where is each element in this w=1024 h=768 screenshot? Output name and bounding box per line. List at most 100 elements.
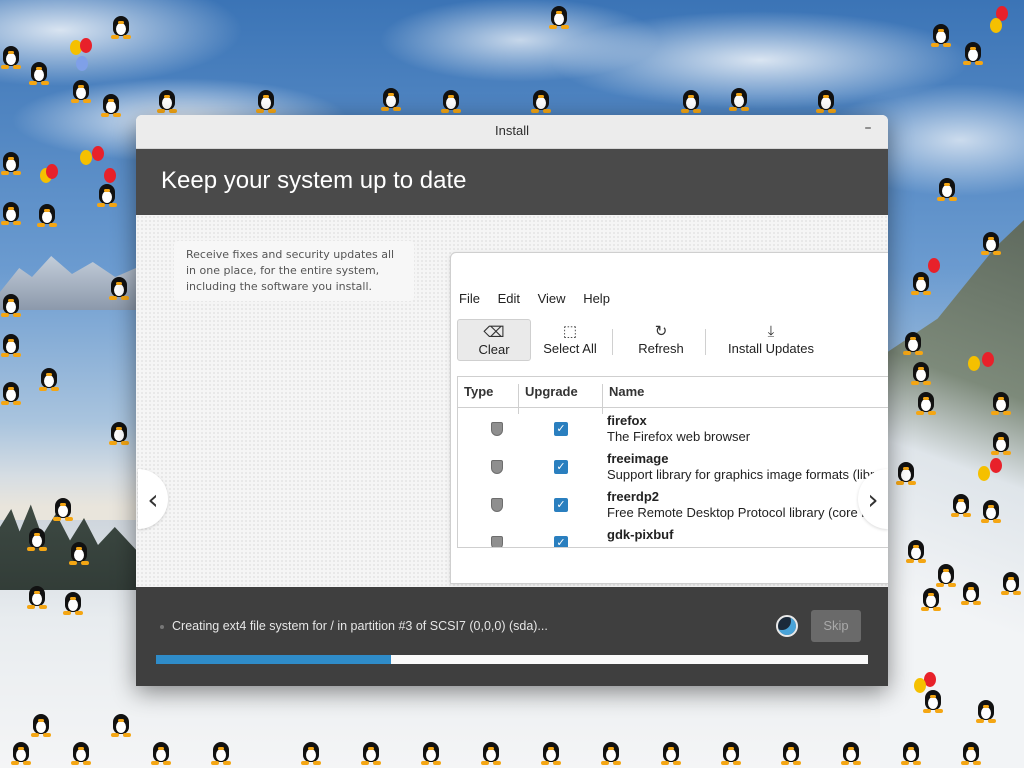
busy-spinner-icon [776, 615, 798, 637]
penguin-icon [960, 740, 982, 766]
column-upgrade: Upgrade [525, 384, 578, 399]
column-type: Type [464, 384, 494, 399]
balloon-icon [80, 38, 92, 53]
menu-edit: Edit [497, 291, 520, 306]
balloon-icon [968, 356, 980, 371]
balloon-icon [990, 18, 1002, 33]
penguin-icon [895, 460, 917, 486]
penguin-icon [935, 562, 957, 588]
upgrade-checkbox: ✓ [554, 536, 568, 547]
refresh-button: ↻ Refresh [623, 319, 699, 361]
window-title: Install [495, 123, 529, 138]
penguin-icon [975, 698, 997, 724]
menu-view: View [537, 291, 566, 306]
download-icon: ⤓ [767, 323, 775, 340]
table-row: ✓ freeimage Support library for graphics… [458, 447, 888, 485]
penguin-icon [0, 44, 22, 70]
penguin-icon [255, 88, 277, 114]
penguin-icon [530, 88, 552, 114]
balloon-icon [92, 146, 104, 161]
security-shield-icon [491, 422, 503, 436]
updates-table: Type Upgrade Name ✓ firefox The Firefox … [457, 376, 888, 548]
penguin-icon [108, 275, 130, 301]
penguin-icon [920, 586, 942, 612]
package-name: firefox [607, 413, 647, 428]
menu-file: File [459, 291, 480, 306]
refresh-icon: ↻ [654, 323, 668, 340]
security-shield-icon [491, 536, 503, 547]
penguin-icon [70, 78, 92, 104]
table-row: ✓ gdk-pixbuf [458, 523, 888, 547]
penguin-icon [780, 740, 802, 766]
penguin-icon [68, 540, 90, 566]
penguin-icon [36, 202, 58, 228]
balloon-icon [46, 164, 58, 179]
minimize-button[interactable]: – [860, 121, 876, 137]
install-status-text: Creating ext4 file system for / in parti… [172, 619, 548, 633]
package-name: freerdp2 [607, 489, 660, 504]
penguin-icon [100, 92, 122, 118]
slide-title: Keep your system up to date [161, 167, 467, 194]
penguin-icon [0, 200, 22, 226]
penguin-icon [840, 740, 862, 766]
balloon-icon [76, 56, 88, 71]
column-name: Name [609, 384, 645, 399]
penguin-icon [548, 4, 570, 30]
penguin-icon [110, 14, 132, 40]
select-all-button: ⬚ Select All [537, 319, 603, 361]
penguin-icon [480, 740, 502, 766]
package-description: The Firefox web browser [607, 429, 751, 444]
balloon-icon [982, 352, 994, 367]
window-titlebar[interactable]: Install – [136, 115, 888, 149]
toolbar-separator [612, 329, 613, 355]
clear-button: ⌫ Clear [457, 319, 531, 361]
skip-button[interactable]: Skip [811, 610, 861, 642]
upgrade-checkbox: ✓ [554, 460, 568, 474]
penguin-icon [922, 688, 944, 714]
penguin-icon [300, 740, 322, 766]
penguin-icon [1000, 570, 1022, 596]
balloon-icon [80, 150, 92, 165]
penguin-icon [915, 390, 937, 416]
penguin-icon [440, 88, 462, 114]
penguin-icon [680, 88, 702, 114]
penguin-icon [52, 496, 74, 522]
install-progress-footer: Creating ext4 file system for / in parti… [136, 587, 888, 686]
balloon-icon [978, 466, 990, 481]
toolbar-separator [705, 329, 706, 355]
table-row: ✓ firefox The Firefox web browser [458, 409, 888, 447]
update-manager-preview: File Edit View Help ⌫ Clear ⬚ Select All… [450, 252, 888, 584]
penguin-icon [150, 740, 172, 766]
menu-help: Help [583, 291, 610, 306]
penguin-icon [420, 740, 442, 766]
balloon-icon [990, 458, 1002, 473]
balloon-icon [914, 678, 926, 693]
menu-bar: File Edit View Help [459, 291, 624, 306]
install-progress-bar [156, 655, 868, 664]
penguin-icon [660, 740, 682, 766]
penguin-icon [38, 366, 60, 392]
balloon-icon [104, 168, 116, 183]
penguin-icon [936, 176, 958, 202]
penguin-icon [380, 86, 402, 112]
slide-description: Receive fixes and security updates all i… [174, 241, 414, 301]
penguin-icon [108, 420, 130, 446]
penguin-icon [728, 86, 750, 112]
balloon-icon [928, 258, 940, 273]
progress-fill [156, 655, 391, 664]
clear-label: Clear [478, 342, 510, 357]
penguin-icon [540, 740, 562, 766]
upgrade-checkbox: ✓ [554, 498, 568, 512]
penguin-icon [26, 526, 48, 552]
slideshow-panel: Receive fixes and security updates all i… [136, 215, 888, 587]
penguin-icon [980, 230, 1002, 256]
penguin-icon [930, 22, 952, 48]
table-header: Type Upgrade Name [458, 377, 888, 414]
penguin-icon [110, 712, 132, 738]
previous-slide-button[interactable]: ‹ [138, 469, 168, 529]
penguin-icon [28, 60, 50, 86]
backspace-icon: ⌫ [483, 324, 505, 341]
penguin-icon [0, 332, 22, 358]
penguin-icon [815, 88, 837, 114]
penguin-icon [950, 492, 972, 518]
